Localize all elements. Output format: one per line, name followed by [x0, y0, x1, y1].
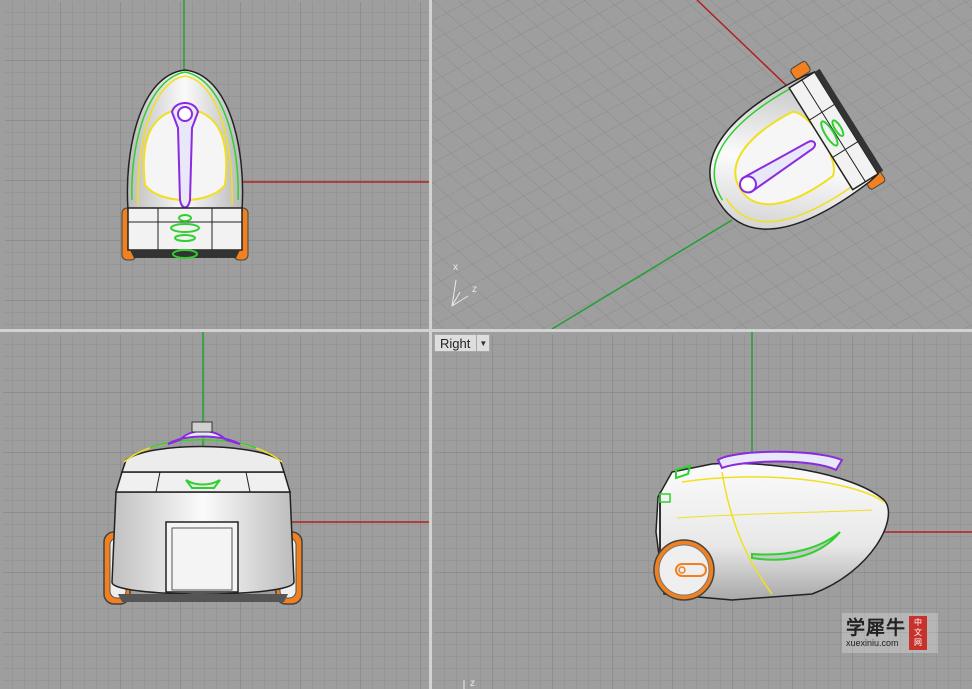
viewport-front-canvas[interactable]: [0, 332, 429, 689]
rhino-modeling-window: x z z Right ▼ 学犀牛 xuexiniu.com 中 文 网: [0, 0, 972, 689]
viewport-title-tab[interactable]: Right ▼: [434, 334, 491, 352]
viewport-perspective[interactable]: x z: [432, 0, 972, 329]
viewport-menu-dropdown-icon[interactable]: ▼: [476, 335, 489, 351]
gizmo-x-label: x: [453, 262, 458, 273]
viewport-perspective-canvas[interactable]: x z: [432, 0, 972, 329]
watermark-url: xuexiniu.com: [846, 637, 899, 648]
viewport-top[interactable]: [0, 0, 429, 329]
viewport-title[interactable]: Right: [440, 336, 476, 351]
viewport-right[interactable]: z Right ▼ 学犀牛 xuexiniu.com 中 文 网: [432, 332, 972, 689]
gizmo-z-label: z: [472, 284, 477, 295]
watermark-seal: 中 文 网: [909, 616, 928, 650]
gizmo-z-label: z: [470, 678, 475, 689]
watermark-logo: 学犀牛 xuexiniu.com 中 文 网: [842, 613, 938, 653]
viewport-front[interactable]: [0, 332, 429, 689]
watermark-text: 学犀牛: [846, 616, 907, 639]
viewport-top-canvas[interactable]: [0, 0, 429, 329]
